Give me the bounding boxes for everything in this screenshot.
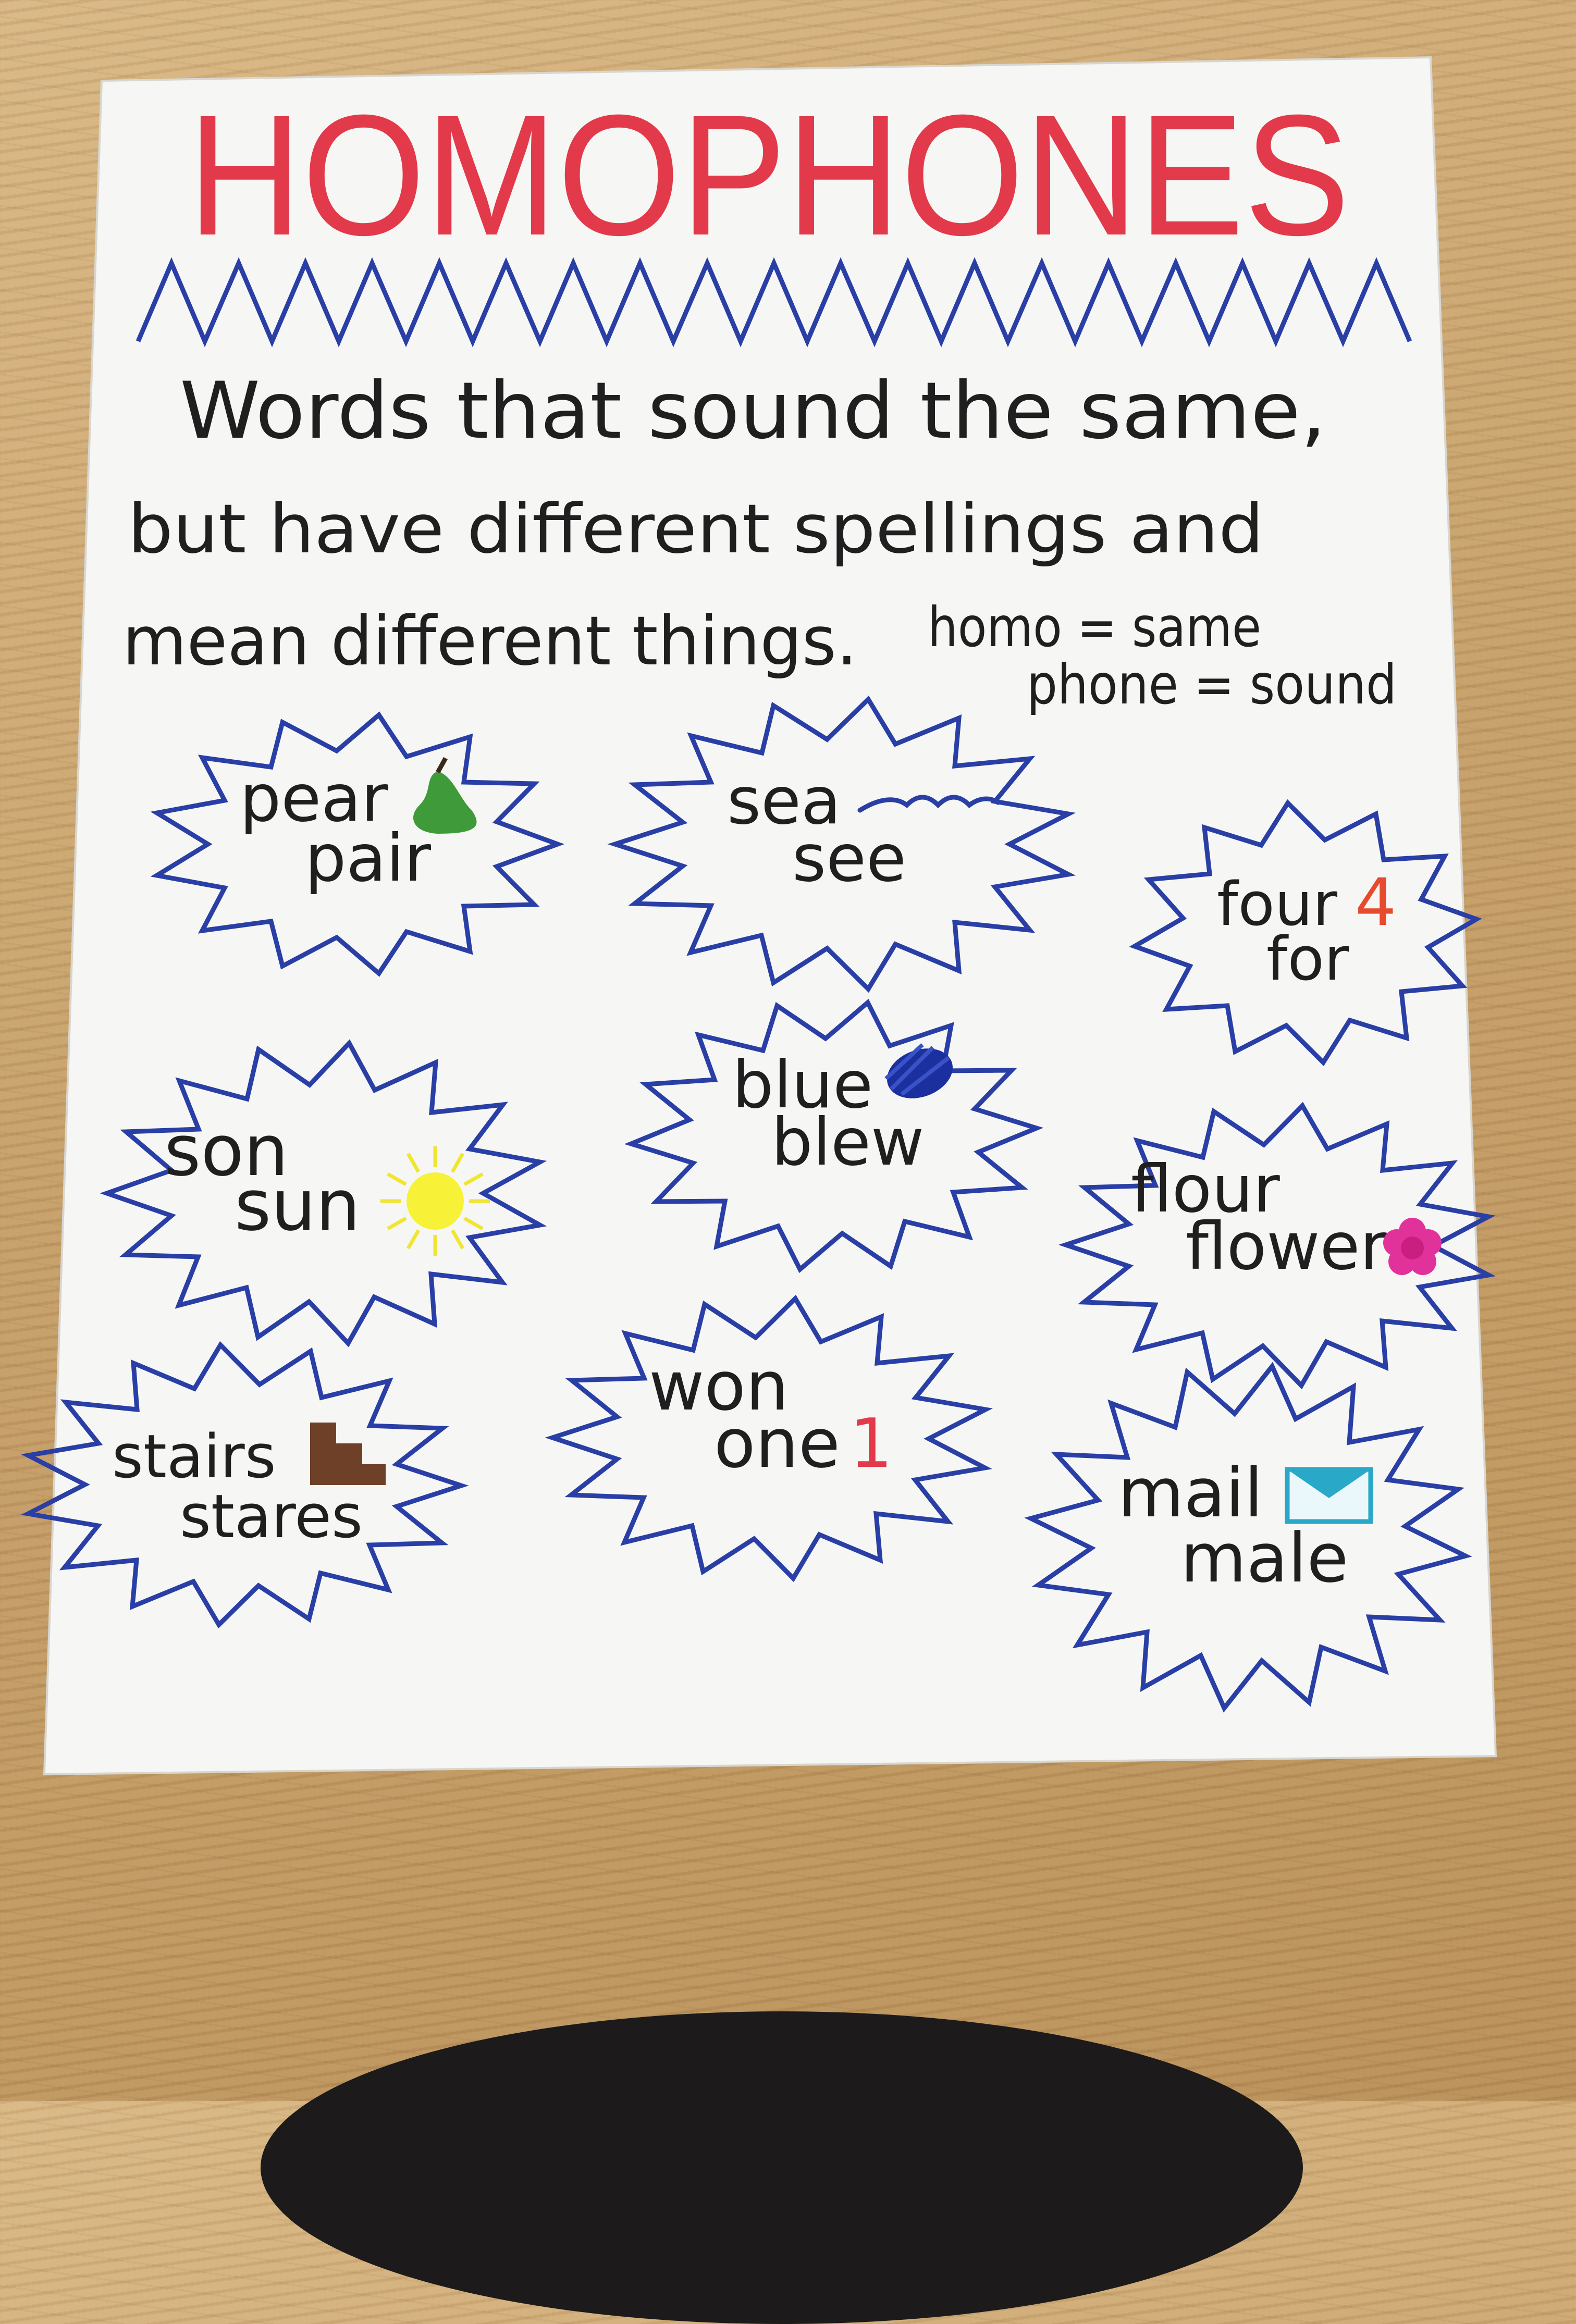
burst-word-2: see	[792, 821, 906, 896]
root-phone: phone = sound	[1027, 653, 1397, 716]
definition-line-3: mean different things.	[122, 601, 857, 681]
number-1-icon: 1	[849, 1404, 893, 1483]
burst-word-2: pair	[305, 821, 432, 896]
definition-line-2: but have different spellings and	[128, 489, 1264, 568]
envelope-icon	[1285, 1467, 1373, 1524]
number-4-icon: 4	[1355, 865, 1397, 941]
burst-word-2: male	[1180, 1518, 1348, 1598]
poster-title: HOMOPHONES	[188, 79, 1350, 271]
root-homo: homo = same	[928, 596, 1261, 659]
definition-line-1: Words that sound the same,	[180, 366, 1326, 456]
burst-word-2: sun	[235, 1165, 360, 1246]
burst-word-2: one	[714, 1404, 840, 1483]
burst-word-2: stares	[180, 1482, 363, 1552]
anchor-chart-poster: HOMOPHONES Words that sound the same, bu…	[20, 56, 1497, 1776]
burst-word-2: flower	[1186, 1209, 1387, 1284]
burst-word-1: stairs	[112, 1422, 276, 1492]
burst-word-2: blew	[771, 1105, 924, 1180]
burst-word-2: for	[1266, 924, 1349, 994]
